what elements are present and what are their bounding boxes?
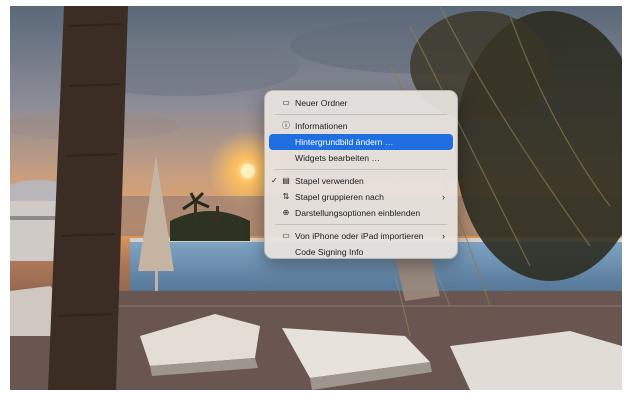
menu-item-label: Von iPhone oder iPad importieren [295,231,424,241]
menu-separator [275,224,447,225]
menu-item-label: Darstellungsoptionen einblenden [295,208,421,218]
view-options-icon: ⊕ [282,208,290,217]
desktop-frame: ▭ Neuer Ordner ⓘ Informationen Hintergru… [10,6,622,390]
menu-separator [275,114,447,115]
info-icon: ⓘ [282,121,290,130]
menu-item-label: Hintergrundbild ändern … [295,137,394,147]
context-menu: ▭ Neuer Ordner ⓘ Informationen Hintergru… [264,90,458,259]
new-folder-icon: ▭ [282,98,290,107]
menu-item-new-folder[interactable]: ▭ Neuer Ordner [269,95,453,111]
device-import-icon: ▭ [282,231,290,240]
chevron-right-icon: › [442,192,445,202]
menu-item-label: Widgets bearbeiten … [295,153,381,163]
menu-item-label: Stapel gruppieren nach [295,192,384,202]
menu-item-group-stacks[interactable]: ⇅ Stapel gruppieren nach › [269,189,453,205]
checkmark-icon: ✓ [271,176,278,185]
menu-item-label: Code Signing Info [295,247,364,257]
chevron-right-icon: › [442,231,445,241]
stack-icon: ▤ [282,176,290,185]
menu-item-import-from-device[interactable]: ▭ Von iPhone oder iPad importieren › [269,228,453,244]
menu-item-use-stacks[interactable]: ✓ ▤ Stapel verwenden [269,173,453,189]
menu-item-label: Stapel verwenden [295,176,364,186]
menu-item-label: Neuer Ordner [295,98,348,108]
menu-item-code-signing-info[interactable]: Code Signing Info [269,244,453,260]
menu-item-show-view-options[interactable]: ⊕ Darstellungsoptionen einblenden [269,205,453,221]
menu-item-change-wallpaper[interactable]: Hintergrundbild ändern … [269,134,453,150]
menu-item-info[interactable]: ⓘ Informationen [269,118,453,134]
menu-item-label: Informationen [295,121,348,131]
menu-item-edit-widgets[interactable]: Widgets bearbeiten … [269,150,453,166]
sort-icon: ⇅ [282,192,290,201]
menu-separator [275,169,447,170]
